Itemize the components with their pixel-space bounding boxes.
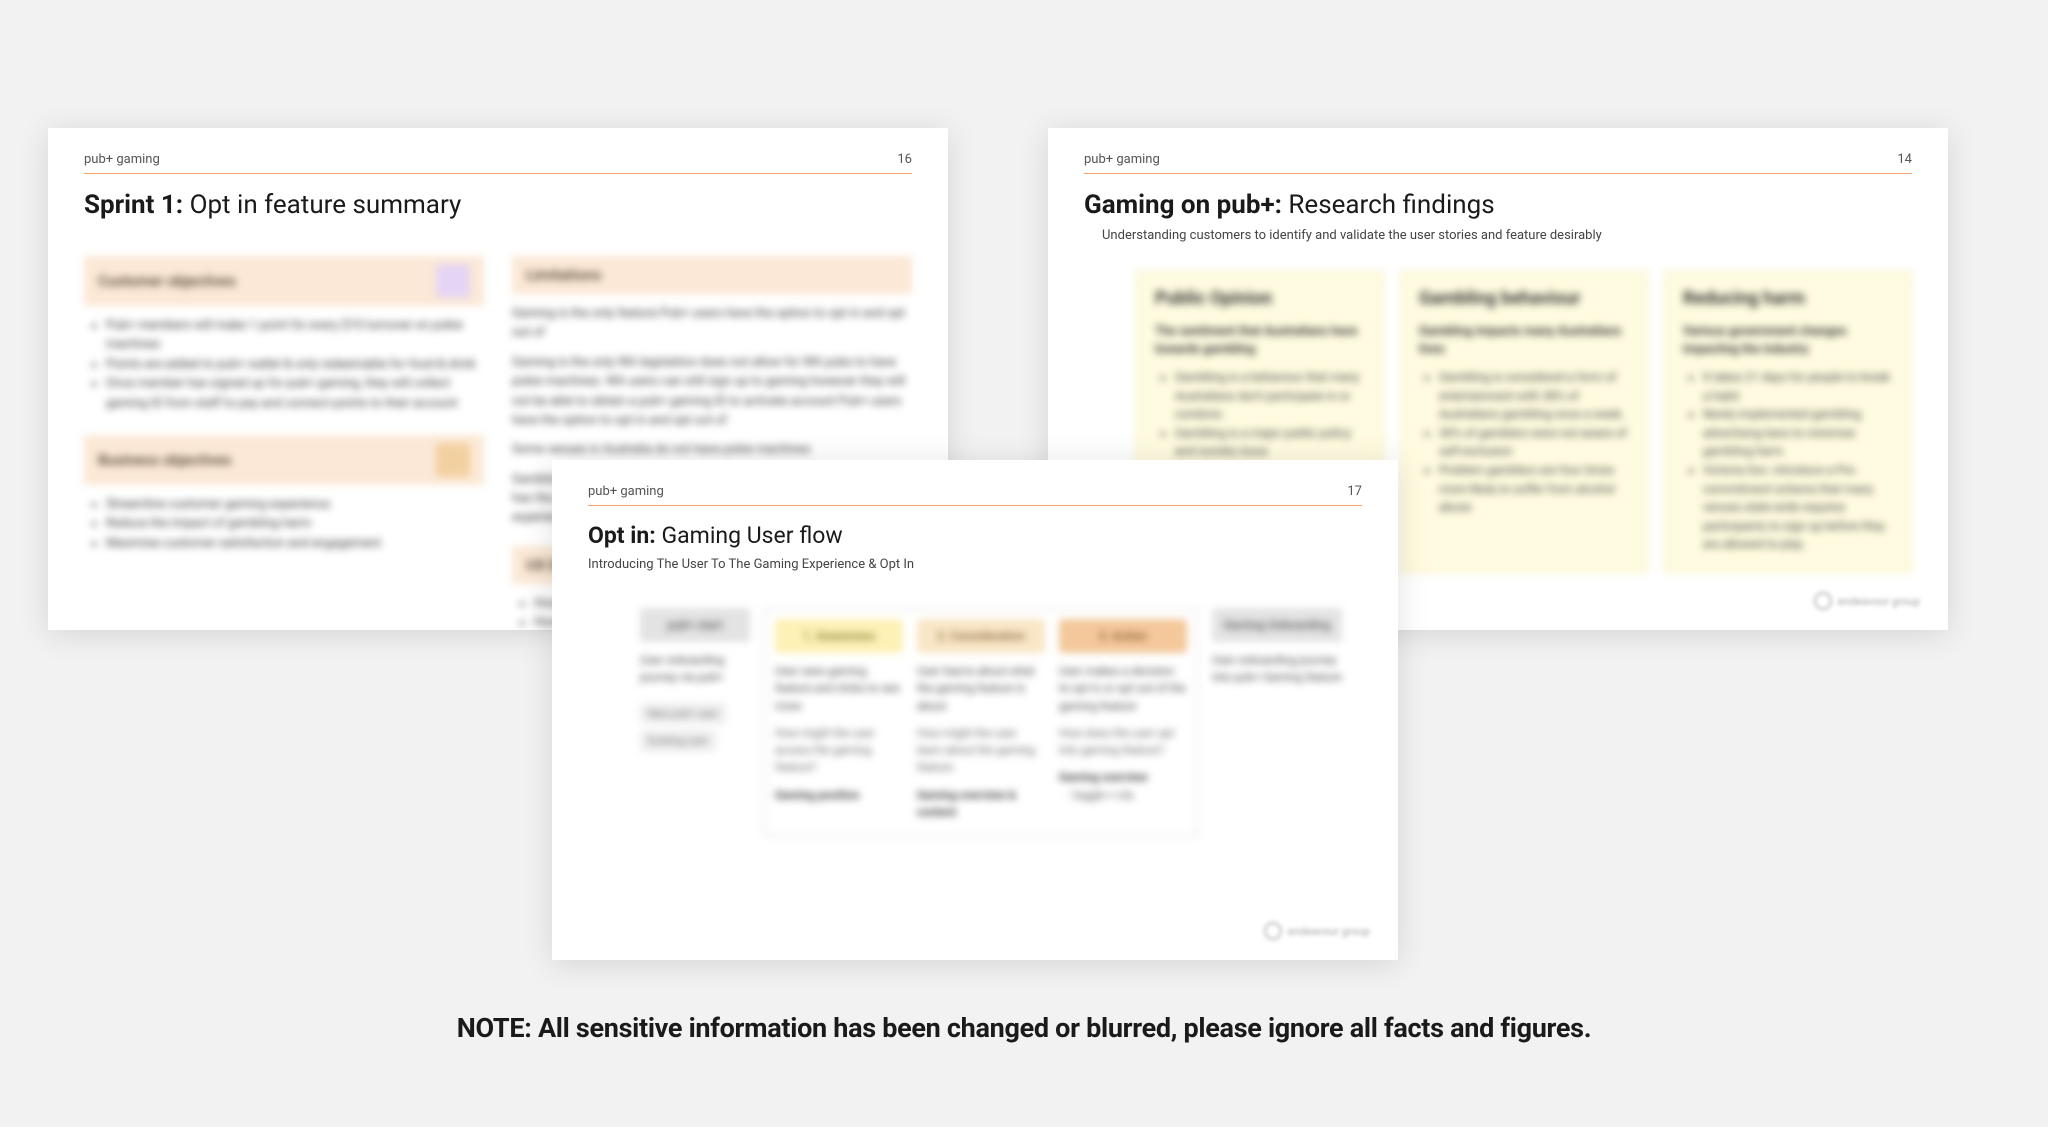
mini-chip: New pub+ user: [640, 703, 726, 725]
disclaimer-note: NOTE: All sensitive information has been…: [0, 1012, 2048, 1044]
flow-question: How does the user opt into gaming featur…: [1059, 725, 1187, 760]
card-lead: The sentiment that Australians have towa…: [1155, 323, 1365, 358]
bullet: Maximise customer satisfaction and engag…: [106, 534, 484, 553]
paragraph: Some venues in Australia do not have pok…: [512, 440, 912, 459]
flow-footer-sub: - toggle + cta: [1067, 787, 1187, 804]
flow-step-3: 3. Action User makes a decision to opt i…: [1059, 619, 1187, 821]
flow-footer-main: Gaming overview: [1059, 770, 1148, 784]
logo-circle-icon: [1814, 592, 1832, 610]
footer-logo: endeavour group: [1264, 922, 1370, 940]
illustration-phone: [436, 264, 470, 298]
card-gambling-behaviour: Gambling behaviour Gambling impacts many…: [1400, 271, 1648, 573]
page-number: 17: [1347, 484, 1362, 499]
blurred-content: pub+ start User onboarding journey via p…: [588, 608, 1362, 836]
paragraph: Gaming is the only WA legislation does n…: [512, 353, 912, 431]
page-number: 16: [897, 152, 912, 167]
band-label: Customer objectives: [98, 272, 236, 290]
title-rest: Opt in feature summary: [183, 190, 461, 220]
band-label: Business objectives: [98, 451, 231, 469]
flow-desc: User sees gaming feature and clicks to s…: [775, 663, 903, 715]
slide-header: pub+ gaming 14: [1084, 152, 1912, 174]
flow-desc: User makes a decision to opt in or opt o…: [1059, 663, 1187, 715]
chip-consideration: 2. Consideration: [917, 619, 1045, 653]
flow-desc: User learns about what the gaming featur…: [917, 663, 1045, 715]
flow-question: How might the user learn about the gamin…: [917, 725, 1045, 777]
flow-desc: User onboarding journey via pub+: [640, 652, 750, 687]
logo-circle-icon: [1264, 922, 1282, 940]
chip-awareness: 1. Awareness: [775, 619, 903, 653]
flow-footer: Gaming overview - toggle + cta: [1059, 769, 1187, 804]
card-list: Gambling is a behaviour that many Austra…: [1175, 368, 1365, 461]
title-bold: Sprint 1:: [84, 190, 183, 220]
slide-title: Gaming on pub+: Research findings: [1084, 190, 1912, 220]
card-reducing-harm: Reducing harm Various government changes…: [1664, 271, 1912, 573]
paragraph: Gaming is the only feature Pub+ users ha…: [512, 304, 912, 343]
bullet: It takes 21 days for people to break a h…: [1703, 368, 1893, 405]
slide-title: Opt in: Gaming User flow: [588, 522, 1362, 549]
bullet-list: Pub+ members will make 1 point for every…: [106, 316, 484, 413]
card-title: Gambling behaviour: [1419, 288, 1629, 309]
bullet: Problem gamblers are four times more lik…: [1439, 461, 1629, 517]
bullet: 30% of gamblers were not aware of self-e…: [1439, 424, 1629, 461]
chip-start: pub+ start: [640, 608, 750, 642]
flow-start: pub+ start User onboarding journey via p…: [640, 608, 750, 752]
title-bold: Opt in:: [588, 522, 656, 549]
bullet: Victoria Gov. introduce a Pre-commitment…: [1703, 461, 1893, 554]
slide-subtitle: Understanding customers to identify and …: [1084, 228, 1912, 243]
card-list: Gambling is considered a form of enterta…: [1439, 368, 1629, 517]
bullet: Gambling is a behaviour that many Austra…: [1175, 368, 1365, 424]
flow-question: How might the user access the gaming fea…: [775, 725, 903, 777]
slide-header: pub+ gaming 16: [84, 152, 912, 174]
card-list: It takes 21 days for people to break a h…: [1703, 368, 1893, 554]
flow-desc: User onboarding journey into pub+ Gaming…: [1212, 652, 1342, 687]
logo-text: endeavour group: [1288, 926, 1370, 937]
card-title: Reducing harm: [1683, 288, 1893, 309]
slide-header: pub+ gaming 17: [588, 484, 1362, 506]
card-lead: Various government changes impacting the…: [1683, 323, 1893, 358]
flow-footer: Gaming position: [775, 787, 903, 804]
title-rest: Research findings: [1282, 190, 1495, 220]
bullet: Newly implemented gambling advertising l…: [1703, 405, 1893, 461]
slide-subtitle: Introducing The User To The Gaming Exper…: [588, 557, 1362, 572]
footer-logo: endeavour group: [1814, 592, 1920, 610]
flow-step-2: 2. Consideration User learns about what …: [917, 619, 1045, 821]
card-title: Public Opinion: [1155, 288, 1365, 309]
chip-action: 3. Action: [1059, 619, 1187, 653]
chip-onboarding: Gaming Onboarding: [1212, 608, 1342, 642]
band-customer-objectives: Customer objectives: [84, 256, 484, 306]
title-bold: Gaming on pub+:: [1084, 190, 1282, 220]
bullet: Points are added to pub+ wallet & only r…: [106, 355, 484, 374]
slide-title: Sprint 1: Opt in feature summary: [84, 190, 912, 220]
flow-footer: Gaming overview & content: [917, 787, 1045, 822]
card-lead: Gambling impacts many Australians lives: [1419, 323, 1629, 358]
bullet-list: Streamline customer gaming experience Re…: [106, 495, 484, 553]
bullet: Reduce the impact of gambling harm: [106, 514, 484, 533]
bullet: Gambling is considered a form of enterta…: [1439, 368, 1629, 424]
slide-userflow: pub+ gaming 17 Opt in: Gaming User flow …: [552, 460, 1398, 960]
bullet: Once member has signed up for pub+ gamin…: [106, 374, 484, 413]
brand-label: pub+ gaming: [84, 152, 160, 167]
bullet: Streamline customer gaming experience: [106, 495, 484, 514]
band-label: Limitations: [526, 266, 601, 284]
page-number: 14: [1897, 152, 1912, 167]
flow-steps-box: 1. Awareness User sees gaming feature an…: [764, 608, 1198, 836]
mini-chip: Existing user: [640, 730, 716, 752]
logo-text: endeavour group: [1838, 596, 1920, 607]
flow-end: Gaming Onboarding User onboarding journe…: [1212, 608, 1342, 697]
title-rest: Gaming User flow: [656, 522, 843, 549]
bullet: Pub+ members will make 1 point for every…: [106, 316, 484, 355]
brand-label: pub+ gaming: [588, 484, 664, 499]
flow-step-1: 1. Awareness User sees gaming feature an…: [775, 619, 903, 821]
band-business-objectives: Business objectives: [84, 435, 484, 485]
illustration-person: [436, 443, 470, 477]
band-limitations: Limitations: [512, 256, 912, 294]
bullet: Gambling is a major public policy and so…: [1175, 424, 1365, 461]
brand-label: pub+ gaming: [1084, 152, 1160, 167]
